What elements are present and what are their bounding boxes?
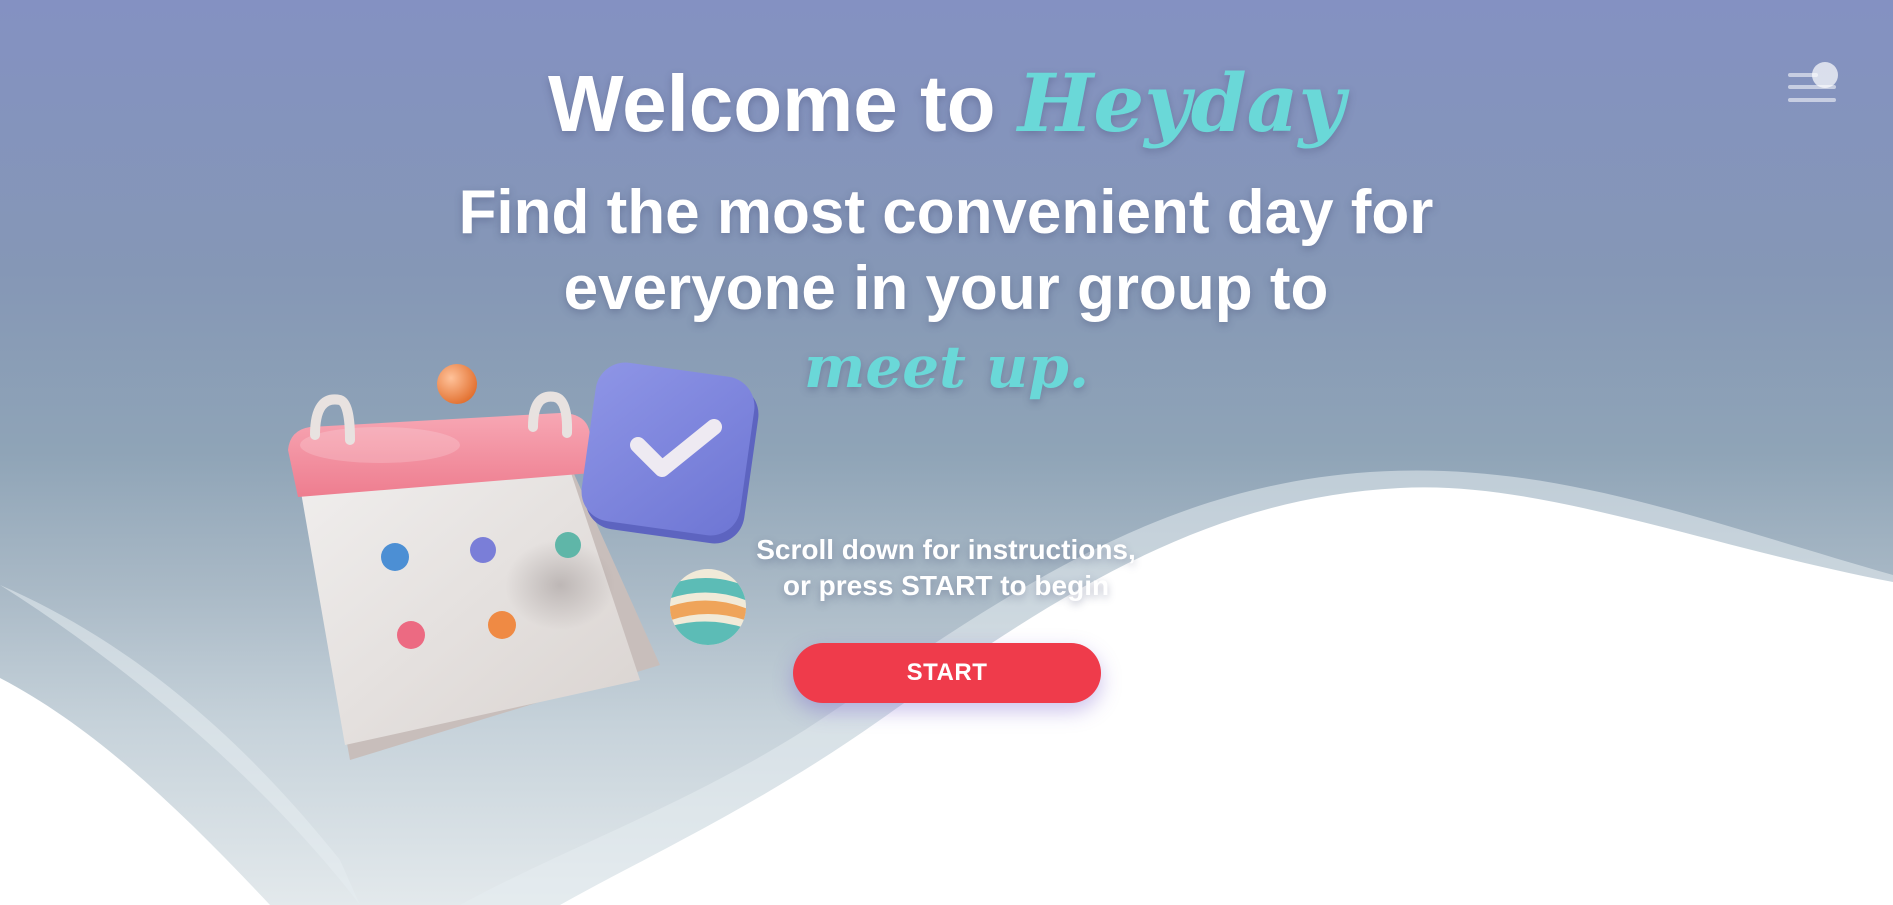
calendar-dot-purple (470, 537, 496, 563)
instructions-line-2: or press START to begin (782, 570, 1110, 601)
checkmark-icon (581, 362, 759, 544)
page-title: Welcome to Heyday (0, 58, 1893, 149)
calendar-dot-blue (381, 543, 409, 571)
striped-ball-icon (670, 569, 746, 645)
calendar-dot-teal (555, 532, 581, 558)
calendar-dot-pink (397, 621, 425, 649)
start-button[interactable]: START (793, 643, 1101, 703)
calendar-top-shine (300, 427, 460, 463)
instructions-line-1: Scroll down for instructions, (756, 534, 1136, 565)
title-prefix: Welcome to (548, 59, 1018, 148)
calendar-illustration (288, 362, 759, 760)
wave-white-left (0, 678, 270, 905)
calendar-dot-orange (488, 611, 516, 639)
brand-name: Heyday (1017, 56, 1345, 150)
hero-subtitle: Find the most convenient day for everyon… (458, 178, 1434, 323)
orange-ball-icon (437, 364, 477, 404)
check-tile (581, 362, 755, 536)
